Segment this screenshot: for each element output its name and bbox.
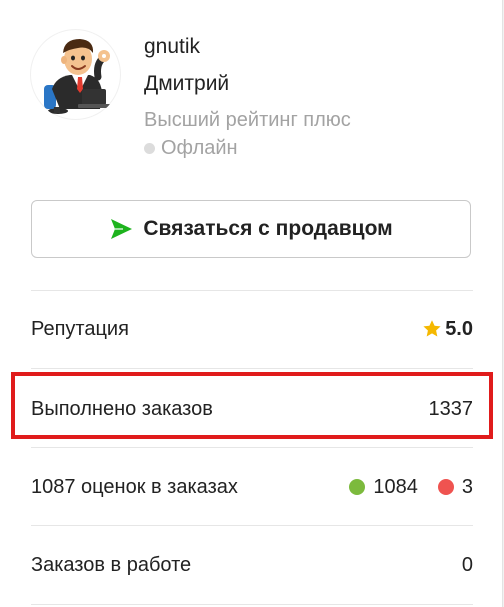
divider	[31, 604, 473, 605]
status-label: Офлайн	[161, 137, 238, 159]
stat-row-reputation: Репутация 5.0	[31, 290, 473, 368]
star-icon	[422, 319, 442, 339]
negative-dot-icon	[437, 479, 454, 495]
orders-in-progress-value: 0	[461, 553, 473, 576]
negative-reviews-count[interactable]: 3	[462, 476, 473, 499]
highlight-box	[11, 372, 493, 439]
user-info: gnutik Дмитрий Высший рейтинг плюс Офлай…	[144, 32, 351, 162]
positive-reviews-count[interactable]: 1084	[373, 476, 418, 499]
stat-row-reviews: 1087 оценок в заказах 1084 3	[31, 448, 473, 526]
divider	[31, 368, 473, 369]
reputation-label: Репутация	[31, 317, 129, 340]
contact-seller-label: Связаться с продавцом	[143, 217, 393, 240]
send-icon	[109, 217, 133, 241]
avatar[interactable]	[30, 29, 121, 120]
online-status: Офлайн	[144, 134, 351, 162]
reputation-value: 5.0	[445, 317, 473, 340]
stat-row-orders-in-progress: Заказов в работе 0	[31, 526, 473, 604]
status-dot-icon	[144, 142, 155, 154]
contact-seller-button[interactable]: Связаться с продавцом	[31, 200, 471, 258]
businessman-avatar-icon	[44, 39, 110, 114]
rating-title: Высший рейтинг плюс	[144, 109, 351, 131]
reviews-label: 1087 оценок в заказах	[31, 475, 238, 498]
real-name: Дмитрий	[144, 72, 230, 95]
username[interactable]: gnutik	[144, 32, 351, 62]
positive-dot-icon	[349, 479, 366, 495]
seller-card: gnutik Дмитрий Высший рейтинг плюс Офлай…	[0, 0, 503, 607]
orders-in-progress-label: Заказов в работе	[31, 553, 192, 576]
